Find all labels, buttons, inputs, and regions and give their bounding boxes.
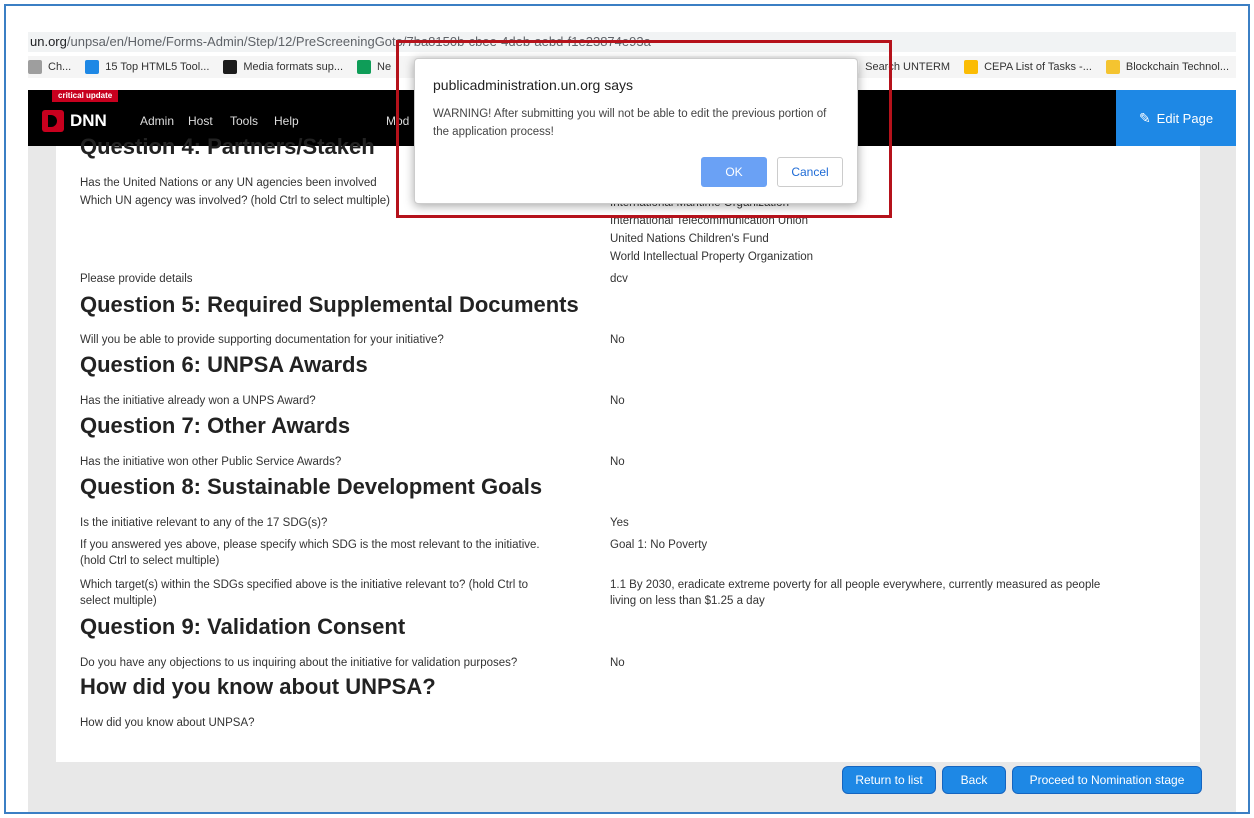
bookmark-icon (1105, 60, 1120, 74)
url-host: un.org (30, 34, 67, 49)
bookmark-item[interactable]: Media formats sup... (223, 60, 343, 74)
nav-admin[interactable]: Admin (140, 114, 174, 128)
form-review-panel: Question 4: Partners/Stakeh Has the Unit… (56, 134, 1200, 762)
q4-details-label: Please provide details (80, 273, 193, 285)
q8-answer-3a: 1.1 By 2030, eradicate extreme poverty f… (610, 579, 1101, 591)
critical-update-badge[interactable]: critical update (52, 90, 119, 102)
q8-answer-3b: living on less than $1.25 a day (610, 595, 765, 607)
pencil-icon: ✎ (1138, 109, 1151, 126)
q8-text-3b: select multiple) (80, 595, 157, 607)
q4-text-1: Has the United Nations or any UN agencie… (80, 177, 377, 189)
bookmark-item[interactable]: 15 Top HTML5 Tool... (85, 60, 209, 74)
q5-text: Will you be able to provide supporting d… (80, 334, 444, 346)
nav-host[interactable]: Host (188, 114, 213, 128)
q5-heading: Question 5: Required Supplemental Docume… (80, 292, 579, 317)
return-to-list-button[interactable]: Return to list (842, 766, 936, 794)
screenshot-frame: un.org/unpsa/en/Home/Forms-Admin/Step/12… (4, 4, 1250, 814)
back-button[interactable]: Back (942, 766, 1006, 794)
nav-tools[interactable]: Tools (230, 114, 258, 128)
q9-heading: Question 9: Validation Consent (80, 614, 406, 639)
nav-help[interactable]: Help (274, 114, 299, 128)
dnn-logo-text: DNN (70, 111, 107, 130)
bookmark-item[interactable]: Blockchain Technol... (1105, 60, 1230, 74)
q9-text: Do you have any objections to us inquiri… (80, 657, 518, 669)
q6-heading: Question 6: UNPSA Awards (80, 352, 368, 377)
q4-heading: Question 4: Partners/Stakeh (80, 134, 375, 159)
q8-text-2b: (hold Ctrl to select multiple) (80, 555, 220, 567)
dnn-logo[interactable]: DNN (42, 110, 107, 132)
bookmark-icon (223, 60, 238, 74)
q10-heading: How did you know about UNPSA? (80, 674, 436, 699)
q7-heading: Question 7: Other Awards (80, 413, 351, 438)
bookmark-icon (357, 60, 372, 74)
q6-text: Has the initiative already won a UNPS Aw… (80, 395, 316, 407)
q4-agency-3: United Nations Children's Fund (610, 233, 769, 245)
q8-answer-2: Goal 1: No Poverty (610, 539, 708, 551)
bookmark-icon (28, 60, 42, 74)
q9-answer: No (610, 657, 625, 669)
q8-text-1: Is the initiative relevant to any of the… (80, 517, 328, 529)
q6-answer: No (610, 395, 625, 407)
edit-page-button[interactable]: ✎ Edit Page (1116, 90, 1236, 146)
q10-text: How did you know about UNPSA? (80, 717, 255, 729)
dnn-logo-icon (42, 110, 64, 132)
bookmark-item[interactable]: Ch... (28, 60, 71, 74)
bookmark-label: Ne (377, 61, 392, 73)
bookmark-item[interactable]: Ne (357, 60, 391, 74)
q8-text-3a: Which target(s) within the SDGs specifie… (80, 579, 529, 591)
bookmark-label: Media formats sup... (243, 61, 344, 73)
q8-answer-1: Yes (610, 517, 629, 529)
annotation-highlight-box (396, 40, 892, 218)
bookmark-icon (964, 60, 979, 74)
q4-text-2: Which UN agency was involved? (hold Ctrl… (80, 195, 390, 207)
bookmark-label: Blockchain Technol... (1125, 61, 1230, 73)
q8-heading: Question 8: Sustainable Development Goal… (80, 474, 543, 499)
bookmark-label: Ch... (48, 61, 72, 73)
proceed-to-nomination-button[interactable]: Proceed to Nomination stage (1012, 766, 1202, 794)
bookmark-item[interactable]: CEPA List of Tasks -... (964, 60, 1092, 74)
q4-details-value: dcv (610, 273, 628, 285)
q7-answer: No (610, 456, 625, 468)
bookmark-icon (85, 60, 100, 74)
bookmark-label: CEPA List of Tasks -... (984, 61, 1092, 73)
bookmark-label: 15 Top HTML5 Tool... (105, 61, 210, 73)
q4-agency-4: World Intellectual Property Organization (610, 251, 814, 263)
q5-answer: No (610, 334, 625, 346)
edit-page-label: Edit Page (1156, 110, 1214, 126)
q8-text-2a: If you answered yes above, please specif… (80, 539, 540, 551)
q7-text: Has the initiative won other Public Serv… (80, 456, 342, 468)
